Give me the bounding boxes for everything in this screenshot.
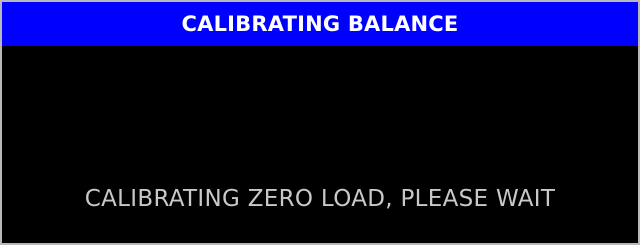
- calibration-status-message: CALIBRATING ZERO LOAD, PLEASE WAIT: [84, 186, 556, 212]
- dialog-title-bar: CALIBRATING BALANCE: [2, 2, 638, 46]
- dialog-content: CALIBRATING ZERO LOAD, PLEASE WAIT: [2, 46, 638, 243]
- dialog-title: CALIBRATING BALANCE: [181, 12, 459, 36]
- calibration-dialog: CALIBRATING BALANCE CALIBRATING ZERO LOA…: [0, 0, 640, 245]
